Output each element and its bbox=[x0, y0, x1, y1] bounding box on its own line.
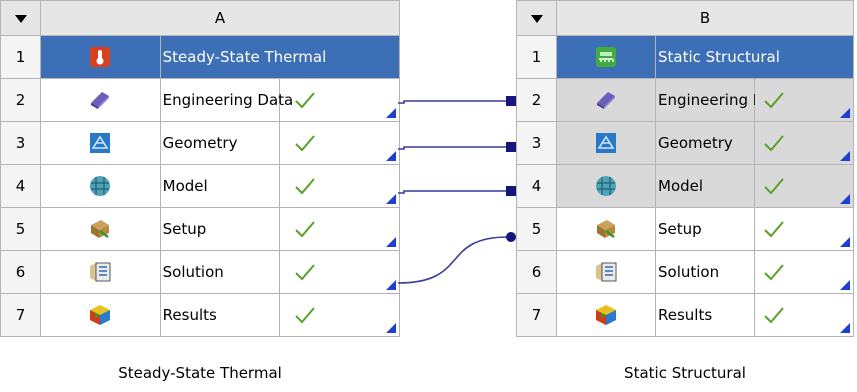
link-geometry[interactable] bbox=[398, 146, 508, 150]
link-solution-to-setup[interactable] bbox=[397, 236, 509, 284]
link-square-terminal bbox=[506, 96, 516, 106]
link-square-terminal bbox=[506, 142, 516, 152]
link-square-terminal bbox=[506, 186, 516, 196]
link-round-terminal bbox=[506, 232, 516, 242]
link-model[interactable] bbox=[398, 190, 508, 194]
system-links bbox=[397, 96, 516, 284]
link-engineering-data[interactable] bbox=[398, 100, 508, 104]
